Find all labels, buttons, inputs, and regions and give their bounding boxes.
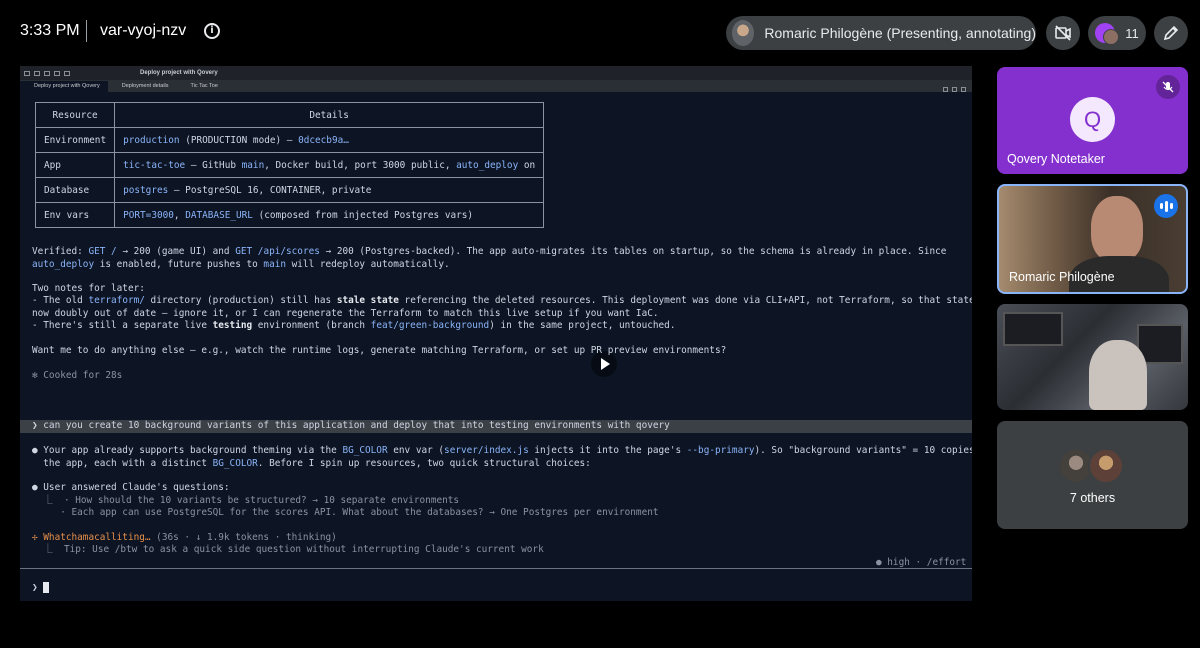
- presenter-chip[interactable]: Romaric Philogène (Presenting, annotatin…: [726, 16, 1036, 50]
- participant-name: Qovery Notetaker: [1007, 152, 1105, 166]
- browser-toolbar: Deploy project with Qovery: [20, 66, 972, 80]
- browser-tab-bar: Deploy project with Qovery Deployment de…: [20, 80, 972, 92]
- clock: 3:33 PM: [20, 22, 80, 39]
- table-cell-details: tic-tac-toe — GitHub main, Docker build,…: [114, 152, 545, 178]
- terminal-line: ● User answered Claude's questions:: [32, 482, 230, 493]
- mic-off-icon: [1156, 75, 1180, 99]
- terminal-line: the app, each with a distinct BG_COLOR. …: [32, 458, 591, 469]
- terminal-line: ❯ can you create 10 background variants …: [32, 420, 670, 431]
- terminal-line: Verified: GET / → 200 (game UI) and GET …: [32, 246, 947, 257]
- terminal-line: · Each app can use PostgreSQL for the sc…: [32, 507, 659, 518]
- table-row: Environment production (PRODUCTION mode) …: [34, 127, 545, 153]
- camera-off-icon: [1055, 25, 1071, 41]
- others-avatars: [1058, 448, 1124, 484]
- presenter-avatar: [732, 20, 755, 46]
- browser-tab[interactable]: Deploy project with Qovery: [20, 81, 108, 92]
- resource-table: Resource Details Environment production (…: [34, 102, 545, 228]
- terminal-line: Want me to do anything else — e.g., watc…: [32, 345, 727, 356]
- terminal-line: - The old terraform/ directory (producti…: [32, 295, 972, 306]
- participants-button[interactable]: 11: [1088, 16, 1146, 50]
- terminal-line: ✢ Whatchamacalliting… (36s · ↓ 1.9k toke…: [32, 532, 337, 543]
- avatar: [1088, 448, 1124, 484]
- terminal-line: ● Your app already supports background t…: [32, 445, 972, 456]
- table-header: Resource: [34, 102, 116, 128]
- input-divider-top: [20, 568, 972, 569]
- terminal-line: ✻ Cooked for 28s: [32, 370, 123, 381]
- terminal-line: Two notes for later:: [32, 283, 145, 294]
- table-cell-details: production (PRODUCTION mode) — 0dcecb9a…: [114, 127, 545, 153]
- terminal-line: ⎿ Tip: Use /btw to ask a quick side ques…: [32, 544, 544, 555]
- browser-tab[interactable]: Deployment details: [108, 81, 177, 92]
- prompt-input[interactable]: ❯: [32, 582, 50, 595]
- table-row: App tic-tac-toe — GitHub main, Docker bui…: [34, 152, 545, 178]
- browser-tab[interactable]: Tic Tac Toe: [177, 81, 226, 92]
- table-cell-key: Database: [34, 177, 116, 203]
- browser-title: Deploy project with Qovery: [140, 70, 218, 76]
- table-row: Database postgres — PostgreSQL 16, CONTAI…: [34, 177, 545, 203]
- avatar: Q: [1070, 97, 1115, 142]
- prompt-symbol: ❯: [32, 582, 38, 593]
- others-label: 7 others: [1069, 491, 1116, 505]
- terminal-line: - There's still a separate live testing …: [32, 320, 676, 331]
- meeting-top-bar: 3:33 PM var-vyoj-nzv i Romaric Philogène…: [0, 0, 1200, 64]
- participant-count: 11: [1125, 25, 1139, 41]
- annotate-button[interactable]: [1154, 16, 1188, 50]
- presenter-label: Romaric Philogène (Presenting, annotatin…: [764, 25, 1036, 41]
- speaking-icon: [1154, 194, 1178, 218]
- text-cursor: [43, 582, 50, 593]
- participant-tile-video[interactable]: [997, 304, 1188, 410]
- info-icon[interactable]: i: [204, 23, 220, 39]
- participant-avatars: [1095, 23, 1120, 45]
- video-feed: [1091, 196, 1143, 262]
- shared-screen: Deploy project with Qovery Deploy projec…: [20, 66, 972, 601]
- participant-name: Romaric Philogène: [1009, 270, 1115, 284]
- participant-tile-others[interactable]: 7 others: [997, 421, 1188, 529]
- terminal-line: ● high · /effort: [876, 557, 967, 568]
- participant-tile-speaker[interactable]: Romaric Philogène: [997, 184, 1188, 294]
- meeting-code: var-vyoj-nzv: [100, 22, 187, 39]
- camera-off-button[interactable]: [1046, 16, 1080, 50]
- video-feed: [1003, 312, 1063, 346]
- table-cell-key: Environment: [34, 127, 116, 153]
- table-cell-details: postgres — PostgreSQL 16, CONTAINER, pri…: [114, 177, 545, 203]
- table-cell-key: App: [34, 152, 116, 178]
- terminal-line: ⎿ · How should the 10 variants be struct…: [32, 495, 460, 506]
- browser-nav-icons[interactable]: [24, 69, 134, 77]
- video-feed-person: [1089, 340, 1147, 410]
- table-cell-details: PORT=3000, DATABASE_URL (composed from i…: [114, 202, 545, 228]
- pen-icon: [1163, 25, 1179, 41]
- terminal-line: now doubly out of date — ignore it, or I…: [32, 308, 659, 319]
- table-row: Env vars PORT=3000, DATABASE_URL (compose…: [34, 202, 545, 228]
- table-cell-key: Env vars: [34, 202, 116, 228]
- divider: [86, 20, 87, 42]
- terminal-line: auto_deploy is enabled, future pushes to…: [32, 259, 450, 270]
- terminal[interactable]: Resource Details Environment production (…: [20, 92, 972, 601]
- table-header: Details: [114, 102, 545, 128]
- participant-tile-notetaker[interactable]: Q Qovery Notetaker: [997, 67, 1188, 174]
